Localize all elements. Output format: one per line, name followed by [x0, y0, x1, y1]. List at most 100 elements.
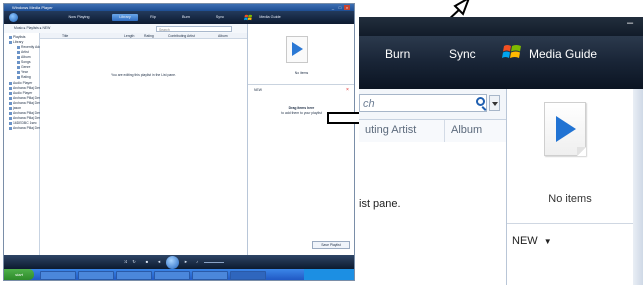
column-divider[interactable]	[444, 120, 445, 142]
play-arrow-icon	[556, 116, 576, 142]
maximize-button[interactable]: □	[337, 5, 343, 10]
search-input[interactable]: ch	[359, 94, 487, 112]
column-album[interactable]: Album	[451, 124, 482, 136]
device-icon	[9, 111, 12, 115]
tree-item[interactable]: Rating	[17, 75, 31, 79]
tree-item[interactable]: Playlists	[9, 35, 25, 39]
search-icon[interactable]	[476, 97, 485, 106]
column-length[interactable]: Length	[124, 34, 134, 38]
tree-item[interactable]: 16DEDBC 1sec	[9, 121, 37, 125]
tree-item[interactable]: Year	[17, 70, 28, 74]
shuffle-icon[interactable]: ⤨	[122, 259, 128, 265]
chevron-down-icon: ▼	[543, 237, 552, 246]
taskbar-button[interactable]	[192, 271, 228, 280]
system-tray	[304, 269, 354, 280]
column-header: uting Artist Album	[359, 120, 506, 143]
breadcrumb[interactable]: Music ▸ Playlists ▸ NEW	[14, 26, 50, 30]
year-icon	[17, 70, 20, 74]
column-title[interactable]: Title	[62, 34, 68, 38]
recent-icon	[17, 45, 20, 49]
zoomed-detail: – Burn Sync Media Guide ch uting Artist …	[359, 17, 643, 285]
tab-sync[interactable]: Sync	[449, 47, 476, 61]
tab-rip[interactable]: Rip	[146, 14, 160, 21]
taskbar-button[interactable]	[230, 271, 266, 280]
tree-item[interactable]: Audio Player	[9, 91, 32, 95]
mute-icon[interactable]: ♪	[194, 259, 200, 265]
library-icon	[9, 40, 12, 44]
previous-icon[interactable]: ◄	[156, 259, 162, 265]
column-contributing-artist[interactable]: uting Artist	[365, 124, 416, 136]
column-contributing-artist[interactable]: Contributing Artist	[168, 34, 195, 38]
tab-media-guide[interactable]: Media Guide	[529, 47, 597, 61]
tab-library[interactable]: Library	[112, 14, 138, 21]
taskbar-button[interactable]	[154, 271, 190, 280]
start-button[interactable]: start	[4, 269, 34, 280]
list-pane: No items NEW × Drag items here to add th…	[247, 24, 354, 255]
device-icon	[9, 101, 12, 105]
navigation-tree: Playlists Library Recently Added Artist …	[4, 33, 46, 255]
device-icon	[9, 81, 12, 85]
tree-item[interactable]: Audio Player	[9, 81, 32, 85]
empty-message: You are editing this playlist in the Lis…	[111, 73, 176, 77]
main-tab-bar: Now Playing Library Rip Burn Sync Media …	[4, 11, 354, 24]
playlist-name-button[interactable]: NEW	[254, 88, 262, 92]
screenshot-stage: Windows Media Player _ □ × Now Playing L…	[0, 0, 643, 285]
tree-item[interactable]: Album	[17, 55, 31, 59]
tree-item[interactable]: Genre	[17, 65, 30, 69]
device-icon	[9, 126, 12, 130]
save-playlist-button[interactable]: Save Playlist	[312, 241, 350, 249]
list-pane: No items NEW ▼	[507, 89, 643, 285]
tree-item[interactable]: jason	[9, 106, 21, 110]
device-icon	[9, 121, 12, 125]
tree-item[interactable]: Library	[9, 40, 23, 44]
device-icon	[9, 96, 12, 100]
empty-playlist-icon	[544, 102, 586, 156]
search-placeholder: ch	[363, 98, 375, 110]
zoom-tab-bar: – Burn Sync Media Guide	[359, 17, 643, 89]
taskbar-button[interactable]	[78, 271, 114, 280]
close-list-icon[interactable]: ×	[346, 87, 349, 93]
play-button[interactable]	[166, 255, 179, 269]
column-rating[interactable]: Rating	[144, 34, 154, 38]
library-pane: ist pane.	[359, 142, 506, 285]
window-title: Windows Media Player	[12, 5, 53, 10]
library-pane: Title Length Rating Contributing Artist …	[40, 33, 247, 255]
tab-burn[interactable]: Burn	[178, 14, 194, 21]
windows-flag-icon	[502, 45, 521, 58]
scroll-gutter[interactable]	[633, 89, 643, 285]
tab-sync[interactable]: Sync	[212, 14, 228, 21]
tab-media-guide[interactable]: Media Guide	[256, 14, 284, 21]
taskbar-button[interactable]	[40, 271, 76, 280]
no-items-label: No items	[548, 193, 592, 205]
drag-hint-subtitle: to add them to your playlist	[281, 111, 322, 115]
playlist-name-button[interactable]: NEW ▼	[512, 235, 552, 247]
minimize-button[interactable]: _	[330, 5, 336, 10]
minimize-glyph[interactable]: –	[627, 17, 633, 29]
playback-controls: ⤨ ↻ ■ ◄ ► ♪	[4, 255, 354, 269]
device-icon	[9, 116, 12, 120]
repeat-icon[interactable]: ↻	[131, 259, 137, 265]
search-dropdown-button[interactable]	[489, 95, 500, 111]
column-album[interactable]: Album	[218, 34, 228, 38]
windows-flag-icon	[244, 14, 253, 21]
close-button[interactable]: ×	[344, 5, 350, 10]
stop-icon[interactable]: ■	[144, 259, 150, 265]
tab-burn[interactable]: Burn	[385, 47, 410, 61]
next-icon[interactable]: ►	[183, 259, 189, 265]
tree-item[interactable]: Songs	[17, 60, 31, 64]
empty-message: ist pane.	[359, 198, 401, 210]
volume-slider[interactable]	[204, 262, 224, 263]
search-input[interactable]: Search	[156, 25, 232, 32]
divider	[248, 84, 354, 85]
taskbar: start	[4, 269, 354, 280]
songs-icon	[17, 60, 20, 64]
play-arrow-icon	[292, 42, 303, 56]
device-icon	[9, 91, 12, 95]
wmp-window-thumbnail: Windows Media Player _ □ × Now Playing L…	[3, 3, 355, 281]
title-bar: Windows Media Player _ □ ×	[4, 4, 354, 11]
tab-now-playing[interactable]: Now Playing	[64, 14, 94, 21]
tree-item[interactable]: Artist	[17, 50, 29, 54]
taskbar-button[interactable]	[116, 271, 152, 280]
playlist-name-label: NEW	[512, 235, 538, 247]
divider	[507, 223, 633, 224]
